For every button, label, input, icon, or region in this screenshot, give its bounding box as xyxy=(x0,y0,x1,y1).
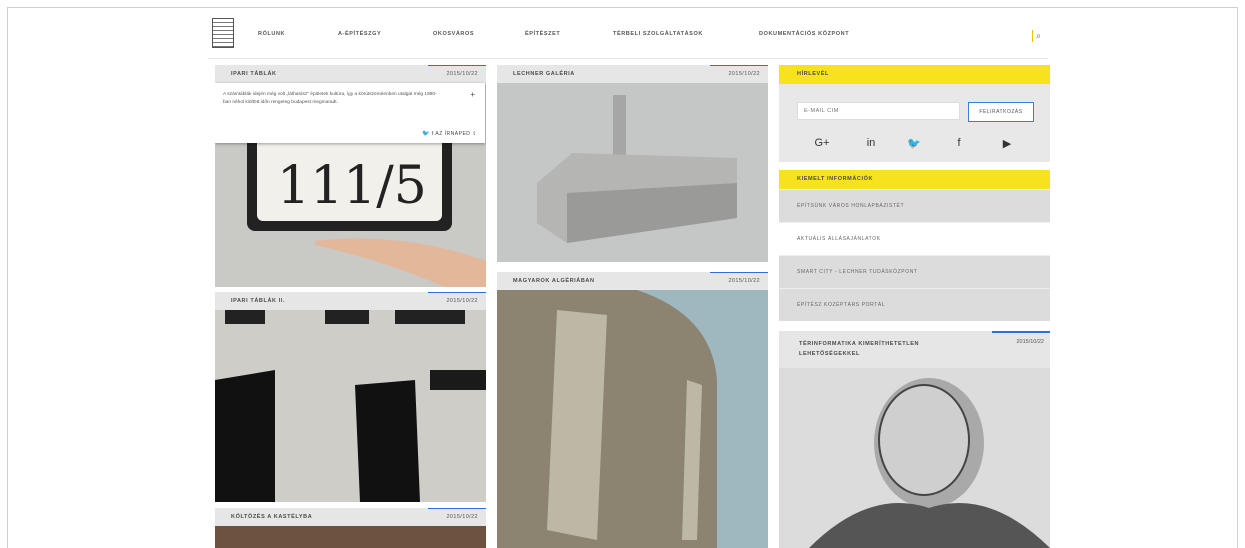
card-image-building-model xyxy=(497,83,768,262)
nav-epiteszet[interactable]: ÉPÍTÉSZET xyxy=(525,31,560,37)
info-link-label[interactable]: ÉPÍTSÜNK VÁROS HONLAPBÁZISTÉT xyxy=(797,203,904,209)
nav-okosvaros[interactable]: OKOSVÁROS xyxy=(433,31,474,37)
nav-dokumentacios-kozpont[interactable]: DOKUMENTÁCIÓS KÖZPONT xyxy=(759,31,849,37)
subscribe-button[interactable]: FELIRATKOZÁS xyxy=(968,102,1034,122)
card-header: IPARI TÁBLÁK II. 2015/10/22 xyxy=(215,292,486,310)
plus-icon[interactable]: + xyxy=(470,90,475,99)
card-date: 2015/10/22 xyxy=(1016,339,1044,345)
card-date: 2015/10/22 xyxy=(446,71,478,77)
popup-text: A számtáblák idején még volt „láthatósz"… xyxy=(223,92,437,105)
card-date: 2015/10/22 xyxy=(728,71,760,77)
facebook-icon[interactable]: f xyxy=(432,131,434,137)
card-header: IPARI TÁBLÁK 2015/10/22 xyxy=(215,65,486,83)
site-logo[interactable] xyxy=(212,18,234,48)
card-header: MAGYAROK ALGÉRIÁBAN 2015/10/22 xyxy=(497,272,768,290)
nav-rolunk[interactable]: RÓLUNK xyxy=(258,31,285,37)
search-icon[interactable]: ⌕ xyxy=(1036,30,1041,40)
card-image-painted-metal xyxy=(215,310,486,502)
card-title[interactable]: IPARI TÁBLÁK II. xyxy=(231,298,285,304)
card-magyarok-algeriaban[interactable]: MAGYAROK ALGÉRIÁBAN 2015/10/22 xyxy=(497,272,768,548)
nav-terbeli-szolgaltatasok[interactable]: TÉRBELI SZOLGÁLTATÁSOK xyxy=(613,31,703,37)
card-title[interactable]: IPARI TÁBLÁK xyxy=(231,71,277,77)
newsletter-box: FELIRATKOZÁS G+ in 🐦 f ▶ xyxy=(779,84,1050,162)
card-header: LECHNER GALÉRIA 2015/10/22 xyxy=(497,65,768,83)
twitter-icon[interactable]: 🐦 xyxy=(422,131,430,137)
nav-a-epiteszgy[interactable]: A-ÉPÍTÉSZGY xyxy=(338,31,381,37)
info-link-label[interactable]: SMART CITY - LECHNER TUDÁSKÖZPONT xyxy=(797,269,918,275)
newsletter-title-bar: HÍRLEVÉL xyxy=(779,65,1050,84)
info-link-label[interactable]: AKTUÁLIS ÁLLÁSAJÁNLATOK xyxy=(797,236,881,242)
share-label[interactable]: AZ ÍRNAPED xyxy=(435,131,470,137)
card-header: KÖLTÖZÉS A KASTÉLYBA 2015/10/22 xyxy=(215,508,486,526)
card-koltozes[interactable]: KÖLTÖZÉS A KASTÉLYBA 2015/10/22 xyxy=(215,508,486,548)
facebook-icon[interactable]: f xyxy=(949,137,969,149)
card-title[interactable]: MAGYAROK ALGÉRIÁBAN xyxy=(513,278,595,284)
site-header: RÓLUNK A-ÉPÍTÉSZGY OKOSVÁROS ÉPÍTÉSZET T… xyxy=(208,14,1048,59)
youtube-icon[interactable]: ▶ xyxy=(997,137,1017,150)
share-row: 🐦 f AZ ÍRNAPED ⇪ xyxy=(422,130,477,137)
highlight-title-bar: KIEMELT INFORMÁCIÓK xyxy=(779,170,1050,189)
card-lechner-galeria[interactable]: LECHNER GALÉRIA 2015/10/22 xyxy=(497,65,768,262)
card-terinformatika[interactable]: TÉRINFORMATIKA KIMERÍTHETETLEN LEHETŐSÉG… xyxy=(779,331,1050,548)
linkedin-icon[interactable]: in xyxy=(861,137,881,149)
svg-text:111/5: 111/5 xyxy=(277,156,427,216)
info-link-1[interactable]: ÉPÍTSÜNK VÁROS HONLAPBÁZISTÉT xyxy=(779,189,1050,222)
search-toggle[interactable]: ⌕ xyxy=(1032,30,1041,42)
info-link-3[interactable]: SMART CITY - LECHNER TUDÁSKÖZPONT xyxy=(779,255,1050,288)
highlight-title: KIEMELT INFORMÁCIÓK xyxy=(797,176,874,182)
info-link-label[interactable]: ÉPÍTÉSZ KOZÉPTÁRS PORTÁL xyxy=(797,302,885,308)
card-ipari-tablak-2[interactable]: IPARI TÁBLÁK II. 2015/10/22 xyxy=(215,292,486,502)
share-popup: A számtáblák idején még volt „láthatósz"… xyxy=(215,83,485,143)
card-title[interactable]: KÖLTÖZÉS A KASTÉLYBA xyxy=(231,514,312,520)
card-image-castle xyxy=(215,526,486,548)
info-link-4[interactable]: ÉPÍTÉSZ KOZÉPTÁRS PORTÁL xyxy=(779,288,1050,321)
google-plus-icon[interactable]: G+ xyxy=(812,137,832,149)
card-date: 2015/10/22 xyxy=(728,278,760,284)
twitter-icon[interactable]: 🐦 xyxy=(904,137,924,150)
card-ipari-tablak[interactable]: IPARI TÁBLÁK 2015/10/22 111/5 A számtábl… xyxy=(215,65,486,287)
share-icon[interactable]: ⇪ xyxy=(472,131,477,137)
card-date: 2015/10/22 xyxy=(446,514,478,520)
info-link-2[interactable]: AKTUÁLIS ÁLLÁSAJÁNLATOK xyxy=(779,222,1050,255)
newsletter-title: HÍRLEVÉL xyxy=(797,71,829,77)
card-date: 2015/10/22 xyxy=(446,298,478,304)
email-input[interactable] xyxy=(797,102,960,120)
card-title[interactable]: TÉRINFORMATIKA KIMERÍTHETETLEN LEHETŐSÉG… xyxy=(799,339,969,359)
card-image-stadium xyxy=(497,290,768,548)
card-image-portrait xyxy=(779,368,1050,548)
card-title[interactable]: LECHNER GALÉRIA xyxy=(513,71,575,77)
